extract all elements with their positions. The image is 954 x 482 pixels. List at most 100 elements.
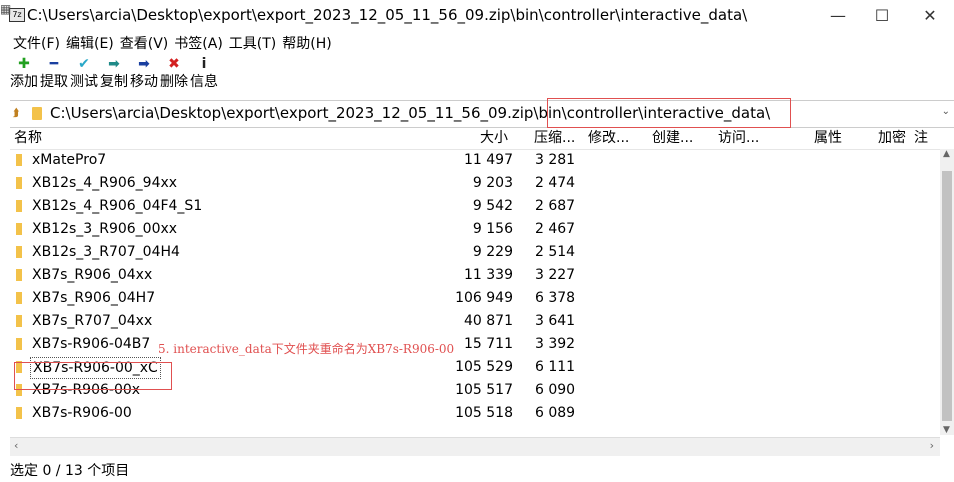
check-icon: ✔ — [78, 56, 90, 72]
move-label: 移动 — [130, 74, 158, 90]
window-title: C:\Users\arcia\Desktop\export\export_202… — [27, 6, 748, 24]
extract-label: 提取 — [40, 74, 68, 90]
file-size: 9 229 — [472, 244, 513, 260]
file-name: xMatePro7 — [32, 152, 107, 168]
file-size: 9 203 — [472, 175, 513, 191]
file-compressed: 2 474 — [535, 175, 576, 191]
menu-bookmarks[interactable]: 书签(A) — [171, 33, 226, 55]
menu-view[interactable]: 查看(V) — [117, 33, 172, 55]
col-encrypted[interactable]: 加密 — [878, 127, 906, 149]
info-icon: i — [201, 56, 207, 72]
address-bar[interactable]: ⮭ C:\Users\arcia\Desktop\export\export_2… — [10, 100, 954, 128]
col-accessed[interactable]: 访问... — [718, 127, 759, 149]
add-button[interactable]: ✚ 添加 — [10, 56, 38, 98]
file-name: XB7s_R707_04xx — [32, 313, 153, 329]
delete-button[interactable]: ✖ 删除 — [160, 56, 188, 98]
file-name: XB7s_R906_04H7 — [32, 290, 156, 306]
maximize-button[interactable]: ☐ — [860, 4, 904, 28]
app-icon: 7z — [9, 8, 25, 22]
table-row[interactable]: xMatePro7 11 497 3 281 — [10, 149, 938, 172]
menu-file[interactable]: 文件(F) — [10, 33, 63, 55]
move-button[interactable]: ➡ 移动 — [130, 56, 158, 98]
col-modified[interactable]: 修改... — [588, 127, 629, 149]
file-size: 106 949 — [455, 290, 513, 306]
table-row[interactable]: XB12s_4_R906_94xx 9 203 2 474 — [10, 172, 938, 195]
copy-button[interactable]: ➡ 复制 — [100, 56, 128, 98]
annotation-text: 5. interactive_data下文件夹重命名为XB7s-R906-00 — [158, 342, 455, 356]
col-created[interactable]: 创建... — [652, 127, 693, 149]
chevron-down-icon[interactable]: ⌄ — [942, 106, 950, 117]
copy-label: 复制 — [100, 74, 128, 90]
menu-help[interactable]: 帮助(H) — [279, 33, 334, 55]
menu-tools[interactable]: 工具(T) — [226, 33, 279, 55]
up-folder-icon[interactable]: ⮭ — [13, 106, 20, 120]
file-name: XB12s_4_R906_04F4_S1 — [32, 198, 203, 214]
list-header: 名称 大小 压缩... 修改... 创建... 访问... 属性 加密 注 — [10, 127, 940, 150]
file-size: 105 517 — [455, 382, 513, 398]
file-name: XB12s_3_R906_00xx — [32, 221, 178, 237]
file-compressed: 6 378 — [535, 290, 576, 306]
info-label: 信息 — [190, 74, 218, 90]
scroll-thumb[interactable] — [942, 171, 952, 421]
table-row[interactable]: XB12s_3_R906_00xx 9 156 2 467 — [10, 218, 938, 241]
table-row[interactable]: XB7s-R906-00 105 518 6 089 — [10, 402, 938, 425]
folder-icon — [16, 200, 22, 212]
scroll-right-icon[interactable]: › — [930, 439, 934, 452]
folder-icon — [16, 177, 22, 189]
file-compressed: 3 227 — [535, 267, 576, 283]
file-compressed: 6 089 — [535, 405, 576, 421]
col-name[interactable]: 名称 — [14, 127, 42, 149]
plus-icon: ✚ — [18, 56, 30, 72]
table-row[interactable]: XB7s_R707_04xx 40 871 3 641 — [10, 310, 938, 333]
vertical-scrollbar[interactable]: ▲ ▼ — [940, 149, 954, 435]
file-compressed: 6 090 — [535, 382, 576, 398]
col-attributes[interactable]: 属性 — [814, 127, 842, 149]
file-compressed: 6 111 — [535, 359, 576, 375]
table-row[interactable]: XB7s-R906-04B7 15 711 3 392 — [10, 333, 938, 356]
close-button[interactable]: ✕ — [908, 4, 952, 28]
menu-bar: 文件(F) 编辑(E) 查看(V) 书签(A) 工具(T) 帮助(H) — [10, 33, 335, 55]
folder-icon — [16, 315, 22, 327]
copy-arrow-icon: ➡ — [108, 56, 120, 72]
horizontal-scrollbar[interactable]: ‹ › — [10, 437, 940, 456]
menu-edit[interactable]: 编辑(E) — [63, 33, 117, 55]
file-compressed: 2 467 — [535, 221, 576, 237]
col-size[interactable]: 大小 — [480, 127, 508, 149]
test-button[interactable]: ✔ 测试 — [70, 56, 98, 98]
col-comment[interactable]: 注 — [914, 127, 928, 149]
status-bar: 选定 0 / 13 个项目 — [10, 463, 130, 479]
file-size: 9 156 — [472, 221, 513, 237]
file-size: 11 339 — [464, 267, 513, 283]
table-row[interactable]: XB7s_R906_04xx 11 339 3 227 — [10, 264, 938, 287]
col-compressed[interactable]: 压缩... — [534, 127, 575, 149]
file-name: XB12s_3_R707_04H4 — [32, 244, 180, 260]
folder-icon — [32, 107, 42, 120]
background-window-edge: ▦ — [0, 2, 12, 16]
folder-icon — [16, 407, 22, 419]
scroll-left-icon[interactable]: ‹ — [14, 439, 18, 452]
delete-label: 删除 — [160, 74, 188, 90]
scroll-down-icon[interactable]: ▼ — [943, 425, 950, 435]
test-label: 测试 — [70, 74, 98, 90]
folder-icon — [16, 269, 22, 281]
file-name: XB7s_R906_04xx — [32, 267, 153, 283]
file-list: 名称 大小 压缩... 修改... 创建... 访问... 属性 加密 注 xM… — [10, 127, 954, 437]
extract-button[interactable]: ━ 提取 — [40, 56, 68, 98]
folder-icon — [16, 223, 22, 235]
file-compressed: 3 641 — [535, 313, 576, 329]
file-compressed: 2 514 — [535, 244, 576, 260]
add-label: 添加 — [10, 74, 38, 90]
table-row[interactable]: XB12s_4_R906_04F4_S1 9 542 2 687 — [10, 195, 938, 218]
file-size: 15 711 — [464, 336, 513, 352]
delete-icon: ✖ — [168, 56, 180, 72]
file-compressed: 3 281 — [535, 152, 576, 168]
annotation-highlight-folder — [14, 362, 172, 390]
table-row[interactable]: XB7s_R906_04H7 106 949 6 378 — [10, 287, 938, 310]
scroll-up-icon[interactable]: ▲ — [943, 149, 950, 159]
minimize-button[interactable]: — — [816, 4, 860, 28]
table-row[interactable]: XB12s_3_R707_04H4 9 229 2 514 — [10, 241, 938, 264]
info-button[interactable]: i 信息 — [190, 56, 218, 98]
file-name: XB7s-R906-04B7 — [32, 336, 151, 352]
minus-icon: ━ — [49, 56, 59, 72]
file-name: XB7s-R906-00 — [32, 405, 132, 421]
